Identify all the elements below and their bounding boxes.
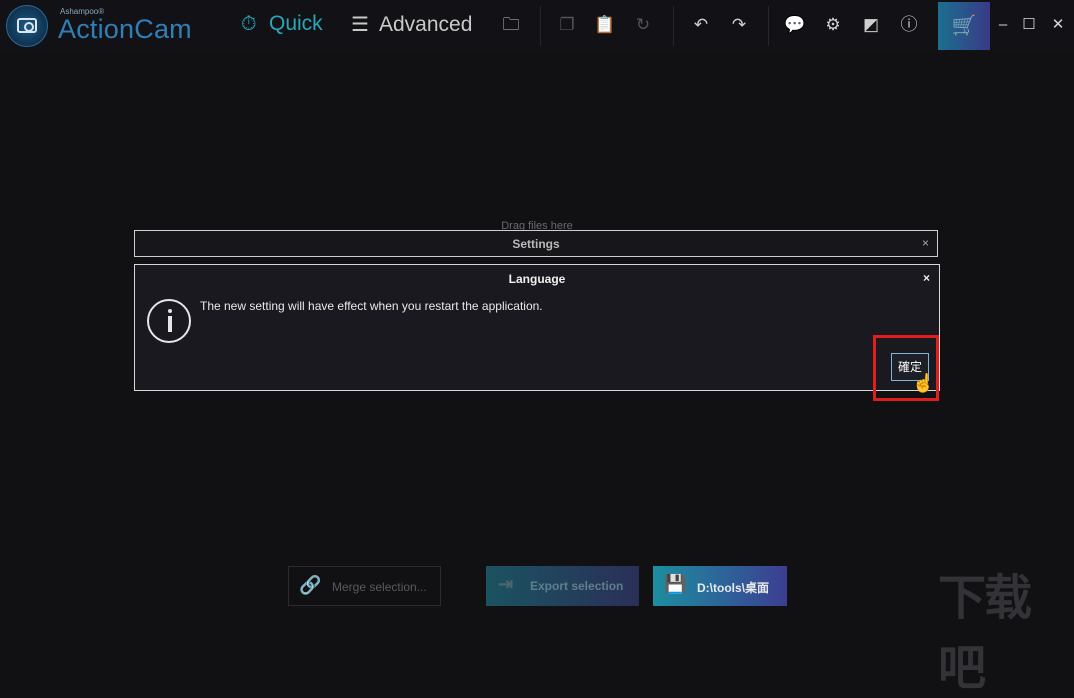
info-icon[interactable]: ⓘ [898,14,920,36]
clipboard-icon[interactable]: 📋 [594,14,616,36]
save-label: D:\tools\桌面 [697,581,769,595]
dialog-message: The new setting will have effect when yo… [200,299,543,313]
merge-selection-button[interactable]: 🔗 Merge selection... [288,566,441,606]
cart-icon: 🛒 [951,15,977,37]
display-icon[interactable]: ◩ [860,14,882,36]
rotate-icon[interactable]: ↻ [632,14,654,36]
dialog-close-icon[interactable]: × [923,271,930,285]
maximize-icon[interactable]: ☐ [1019,14,1039,36]
minimize-icon[interactable]: – [993,14,1013,36]
save-location-button[interactable]: 💾 D:\tools\桌面 [653,566,787,606]
watermark: 下载吧 [938,572,1032,695]
copy-icon[interactable]: ❐ [556,14,578,36]
close-icon[interactable]: ✕ [1048,14,1068,36]
cart-button[interactable]: 🛒 [938,2,990,50]
camera-logo-icon [6,5,48,47]
stopwatch-icon: ⏱ [241,13,257,35]
settings-close-icon[interactable]: × [922,236,929,250]
tab-quick[interactable]: ⏱ Quick [241,12,323,36]
top-bar: Ashampoo® ActionCam ⏱ Quick ☰ Advanced 🗀 ❐… [0,0,1074,52]
app-title: ActionCam [58,14,192,44]
link-icon: 🔗 [299,575,322,595]
toolbar-divider [768,6,769,46]
undo-icon[interactable]: ↶ [690,14,712,36]
export-selection-button[interactable]: ⇥ Export selection [486,566,639,606]
tab-advanced[interactable]: ☰ Advanced [351,12,472,37]
tab-advanced-label: Advanced [379,13,473,36]
redo-icon[interactable]: ↷ [728,14,750,36]
chat-icon[interactable]: 💬 [784,14,806,36]
settings-title: Settings [512,237,560,251]
folder-icon[interactable]: 🗀 [500,14,522,36]
info-icon [147,299,191,343]
gear-icon[interactable]: ⚙ [822,14,844,36]
hand-cursor-icon: ☝ [912,373,935,393]
toolbar-divider [540,6,541,46]
sliders-icon: ☰ [351,14,369,36]
tab-quick-label: Quick [269,12,323,35]
export-label: Export selection [530,579,624,593]
settings-dialog: Settings × [134,230,938,257]
dialog-title: Language [508,272,566,286]
export-icon: ⇥ [498,574,514,594]
language-dialog: Language × The new setting will have eff… [134,264,940,401]
merge-label: Merge selection... [332,580,427,594]
save-icon: 💾 [664,574,687,594]
toolbar-divider [673,6,674,46]
